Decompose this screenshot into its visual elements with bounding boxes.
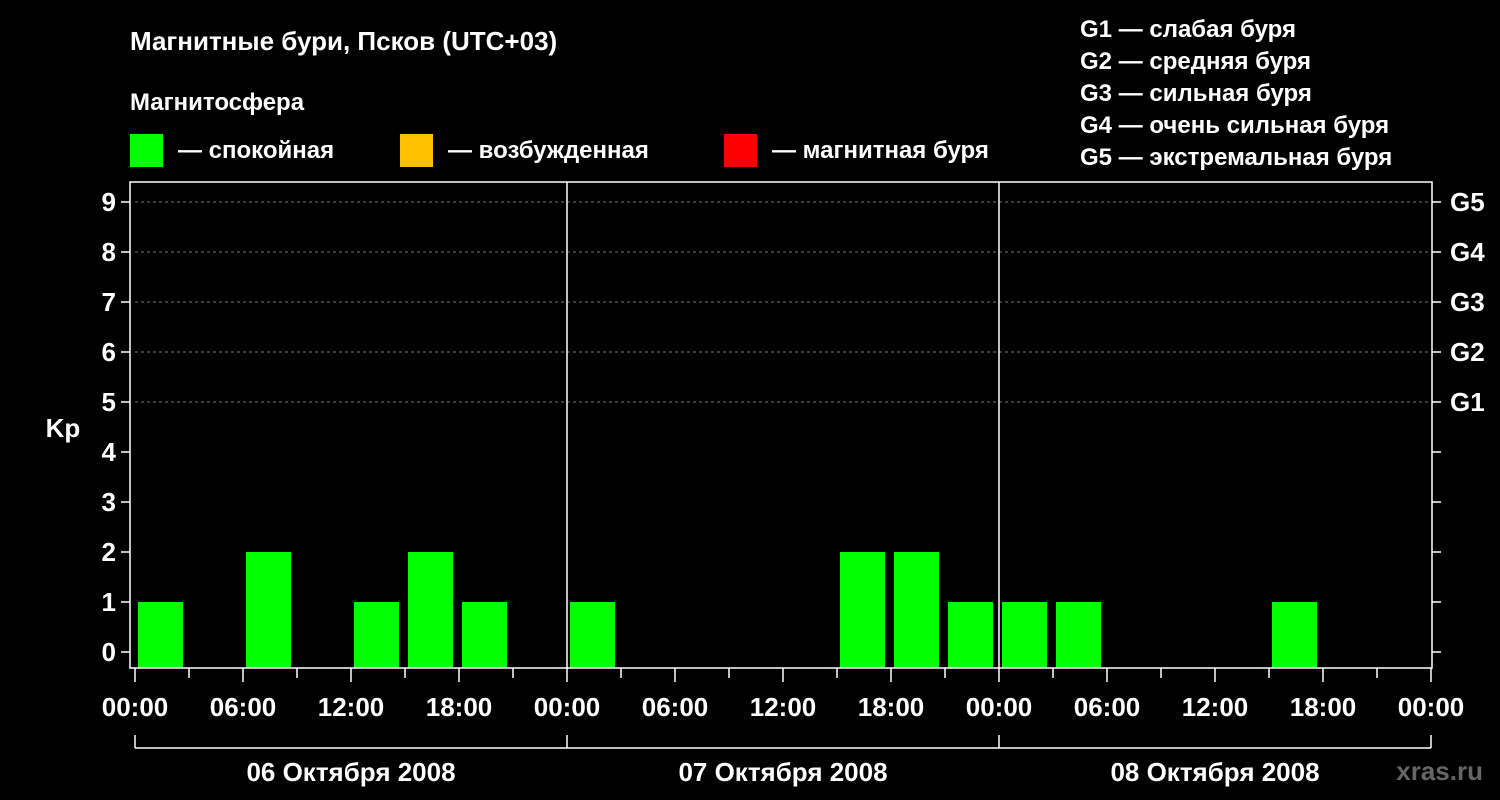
kp-bar: [840, 552, 885, 668]
y-tick-label: 9: [102, 187, 116, 217]
legend-swatch: [400, 134, 433, 167]
legend-swatch: [130, 134, 163, 167]
legend: — спокойная — возбужденная — магнитная бур…: [130, 134, 989, 167]
y-tick-label: 7: [102, 287, 116, 317]
x-tick-label: 00:00: [102, 692, 169, 722]
g-tick-label: G1: [1450, 387, 1485, 417]
watermark: xras.ru: [1396, 756, 1483, 786]
y-axis: 0 1 2 3 4 5 6 7 8 9: [102, 187, 130, 667]
y-tick-label: 6: [102, 337, 116, 367]
day-label: 08 Октября 2008: [1110, 757, 1319, 787]
legend-label: — возбужденная: [448, 137, 649, 164]
day-label: 06 Октября 2008: [246, 757, 455, 787]
y-tick-label: 3: [102, 487, 116, 517]
g-scale-legend: G1 — слабая буря G2 — средняя буря G3 — си…: [1080, 16, 1392, 171]
y-tick-label: 1: [102, 587, 116, 617]
legend-label: — магнитная буря: [772, 137, 989, 164]
chart-title: Магнитные бури, Псков (UTC+03): [130, 26, 557, 56]
kp-bar: [408, 552, 453, 668]
kp-bar: [1272, 602, 1317, 668]
kp-bar: [1002, 602, 1047, 668]
kp-bar: [246, 552, 291, 668]
legend-title: Магнитосфера: [130, 89, 305, 116]
g-scale-item: G4 — очень сильная буря: [1080, 112, 1389, 139]
x-tick-label: 12:00: [318, 692, 385, 722]
g-scale-item: G3 — сильная буря: [1080, 80, 1312, 107]
g-scale-item: G5 — экстремальная буря: [1080, 144, 1392, 171]
x-tick-label: 18:00: [1290, 692, 1357, 722]
x-tick-label: 12:00: [750, 692, 817, 722]
y-tick-label: 8: [102, 237, 116, 267]
y-tick-label: 2: [102, 537, 116, 567]
g-scale-item: G2 — средняя буря: [1080, 48, 1311, 75]
kp-bar: [948, 602, 993, 668]
x-tick-label: 00:00: [534, 692, 601, 722]
x-tick-label: 00:00: [966, 692, 1033, 722]
kp-bar: [138, 602, 183, 668]
g-scale-item: G1 — слабая буря: [1080, 16, 1296, 43]
y-tick-label: 4: [102, 437, 117, 467]
legend-label: — спокойная: [178, 137, 334, 164]
kp-chart: Магнитные бури, Псков (UTC+03) Магнитосф…: [46, 16, 1486, 787]
x-tick-label: 12:00: [1182, 692, 1249, 722]
kp-bar: [462, 602, 507, 668]
x-tick-label: 00:00: [1398, 692, 1465, 722]
g-tick-label: G4: [1450, 237, 1485, 267]
g-tick-label: G5: [1450, 187, 1485, 217]
plot-frame: [129, 181, 1433, 669]
right-axis: G1 G2 G3 G4 G5: [1432, 187, 1485, 653]
x-tick-label: 18:00: [858, 692, 925, 722]
gridlines: [135, 201, 1431, 403]
x-tick-label: 06:00: [1074, 692, 1141, 722]
kp-bar: [354, 602, 399, 668]
y-axis-label: Kp: [46, 413, 81, 443]
x-tick-label: 18:00: [426, 692, 493, 722]
y-tick-label: 0: [102, 637, 116, 667]
kp-bar: [894, 552, 939, 668]
day-labels: 06 Октября 2008 07 Октября 2008 08 Октября…: [134, 735, 1432, 787]
g-tick-label: G2: [1450, 337, 1485, 367]
x-axis: 00:00 06:00 12:00 18:00 00:00 06:00 12:00 18:00…: [102, 668, 1465, 722]
y-tick-label: 5: [102, 387, 116, 417]
x-tick-label: 06:00: [642, 692, 709, 722]
x-tick-label: 06:00: [210, 692, 277, 722]
legend-swatch: [724, 134, 757, 167]
kp-bar: [1056, 602, 1101, 668]
kp-bar: [570, 602, 615, 668]
day-label: 07 Октября 2008: [678, 757, 887, 787]
bars: [138, 552, 1317, 668]
g-tick-label: G3: [1450, 287, 1485, 317]
